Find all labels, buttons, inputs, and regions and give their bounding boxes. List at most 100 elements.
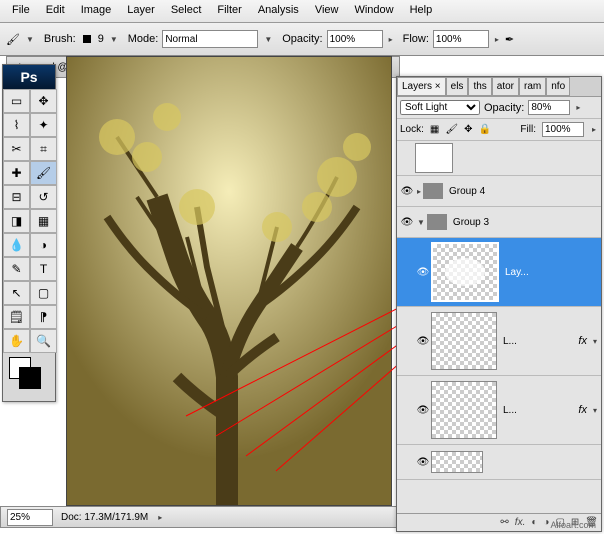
gradient-tool-icon[interactable]: ▦ [30,209,57,233]
menu-view[interactable]: View [307,2,347,20]
layer-row[interactable]: 👁 L... fx ▾ [397,307,601,376]
slice-tool-icon[interactable]: ⌗ [30,137,57,161]
marquee-tool-icon[interactable]: ▭ [3,89,30,113]
folder-icon[interactable] [427,214,447,230]
tab-layers[interactable]: Layers × [397,77,446,96]
chevron-down-icon[interactable]: ▼ [262,35,274,44]
background-color[interactable] [19,367,41,389]
adjustment-icon[interactable]: ◑ [543,517,549,528]
airbrush-icon[interactable]: ✒ [505,33,514,46]
opacity-input[interactable] [327,30,383,48]
watermark: Alfoart.com [550,520,596,530]
tab-paths[interactable]: ths [468,77,491,96]
blur-tool-icon[interactable]: 💧 [3,233,30,257]
hand-tool-icon[interactable]: ✋ [3,329,30,353]
chevron-right-icon[interactable]: ▸ [590,125,598,134]
wand-tool-icon[interactable]: ✦ [30,113,57,137]
layer-row[interactable]: 👁 L... fx ▾ [397,376,601,445]
menu-window[interactable]: Window [346,2,401,20]
flow-input[interactable] [433,30,489,48]
crop-tool-icon[interactable]: ✂ [3,137,30,161]
layer-label: Lay... [505,267,599,278]
eraser-tool-icon[interactable]: ◨ [3,209,30,233]
brush-preview-icon[interactable] [83,35,91,43]
lock-position-icon[interactable]: ✥ [464,124,472,135]
color-swatch[interactable] [3,353,55,401]
link-layers-icon[interactable]: ⚯ [500,517,508,528]
path-tool-icon[interactable]: ↖ [3,281,30,305]
layer-thumb[interactable] [415,143,453,173]
chevron-down-icon[interactable]: ▾ [591,406,599,415]
lock-image-icon[interactable]: 🖌 [445,124,458,135]
layer-thumb[interactable] [431,312,497,370]
blend-mode-select[interactable]: Soft Light [400,100,480,115]
chevron-right-icon[interactable]: ▸ [156,513,164,522]
menu-image[interactable]: Image [73,2,120,20]
lock-all-icon[interactable]: 🔒 [478,124,490,135]
tab-channels[interactable]: els [446,77,469,96]
menu-edit[interactable]: Edit [38,2,73,20]
fx-badge[interactable]: fx [578,335,587,347]
zoom-input[interactable] [7,509,53,526]
chevron-down-icon[interactable]: ▾ [591,337,599,346]
layers-panel: Layers × els ths ator ram nfo Soft Light… [396,76,602,532]
heal-tool-icon[interactable]: ✚ [3,161,30,185]
layer-row[interactable] [397,141,601,176]
tab-info[interactable]: nfo [546,77,570,96]
mode-select[interactable] [162,30,258,48]
layer-thumb[interactable] [431,451,483,473]
stamp-tool-icon[interactable]: ⊟ [3,185,30,209]
chevron-right-icon[interactable]: ▸ [574,103,582,112]
lock-label: Lock: [400,124,424,135]
pen-tool-icon[interactable]: ✎ [3,257,30,281]
opacity-label: Opacity: [282,33,322,45]
menu-filter[interactable]: Filter [209,2,249,20]
visibility-icon[interactable]: 👁 [415,457,431,468]
fill-label: Fill: [520,124,536,135]
canvas[interactable] [66,56,392,506]
fx-badge[interactable]: fx [578,404,587,416]
visibility-icon[interactable]: 👁 [415,336,431,347]
visibility-icon[interactable]: 👁 [415,405,431,416]
layer-opacity-input[interactable] [528,100,570,115]
menu-layer[interactable]: Layer [119,2,163,20]
chevron-down-icon[interactable]: ▼ [24,35,36,44]
tab-navigator[interactable]: ator [492,77,519,96]
tab-histogram[interactable]: ram [519,77,546,96]
menu-file[interactable]: File [4,2,38,20]
menu-select[interactable]: Select [163,2,210,20]
chevron-down-icon[interactable]: ▼ [415,218,427,227]
menu-analysis[interactable]: Analysis [250,2,307,20]
lock-transparency-icon[interactable]: ▦ [430,124,439,135]
move-tool-icon[interactable]: ✥ [30,89,57,113]
history-brush-icon[interactable]: ↺ [30,185,57,209]
layer-row-selected[interactable]: 👁 Lay... [397,238,601,307]
folder-icon[interactable] [423,183,443,199]
shape-tool-icon[interactable]: ▢ [30,281,57,305]
layer-thumb[interactable] [431,242,499,302]
chevron-down-icon[interactable]: ▼ [108,35,120,44]
brush-tool-icon[interactable]: 🖌 [30,161,57,185]
flow-arrow-icon[interactable]: ▸ [493,35,501,44]
zoom-tool-icon[interactable]: 🔍 [30,329,57,353]
mask-icon[interactable]: ◐ [531,517,537,528]
chevron-right-icon[interactable]: ▸ [415,187,423,196]
visibility-icon[interactable]: 👁 [399,186,415,197]
lasso-tool-icon[interactable]: ⌇ [3,113,30,137]
brush-tool-icon[interactable]: 🖌 [6,33,20,46]
menu-help[interactable]: Help [402,2,441,20]
dodge-tool-icon[interactable]: ◑ [30,233,57,257]
layer-row[interactable]: 👁 ▸ Group 4 [397,176,601,207]
layer-row[interactable]: 👁 [397,445,601,480]
fill-input[interactable] [542,122,584,137]
notes-tool-icon[interactable]: 🗒 [3,305,30,329]
type-tool-icon[interactable]: T [30,257,57,281]
layer-row[interactable]: 👁 ▼ Group 3 [397,207,601,238]
fx-icon[interactable]: fx. [515,517,526,528]
visibility-icon[interactable]: 👁 [415,267,431,278]
eyedropper-tool-icon[interactable]: ⁋ [30,305,57,329]
flow-label: Flow: [403,33,429,45]
visibility-icon[interactable]: 👁 [399,217,415,228]
layer-thumb[interactable] [431,381,497,439]
opacity-arrow-icon[interactable]: ▸ [387,35,395,44]
